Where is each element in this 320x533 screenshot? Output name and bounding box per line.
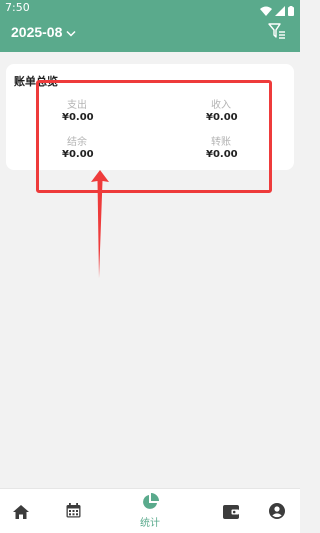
wifi-icon xyxy=(260,1,272,20)
nav-wallet[interactable] xyxy=(210,489,252,533)
nav-stats[interactable]: 统计 xyxy=(128,489,172,533)
filter-button[interactable] xyxy=(268,23,286,44)
bottom-nav: 统计 xyxy=(0,488,300,533)
status-icons xyxy=(260,1,294,20)
pie-chart-icon xyxy=(141,493,159,515)
annotation-arrow xyxy=(88,168,112,284)
period-label: 2025-08 xyxy=(11,24,63,40)
period-selector[interactable]: 2025-08 xyxy=(11,24,76,40)
chevron-down-icon xyxy=(66,24,76,40)
profile-icon xyxy=(269,503,285,523)
wallet-icon xyxy=(223,504,239,523)
battery-icon xyxy=(288,1,294,20)
filter-icon xyxy=(268,23,286,44)
annotation-highlight-box xyxy=(36,80,272,193)
home-icon xyxy=(13,504,29,523)
nav-home[interactable] xyxy=(0,489,40,533)
nav-calendar[interactable] xyxy=(52,489,94,533)
calendar-icon xyxy=(66,503,81,522)
status-time: 7:50 xyxy=(5,1,30,14)
nav-profile[interactable] xyxy=(256,489,300,533)
nav-stats-label: 统计 xyxy=(140,518,160,529)
app-header: 7:50 2025-08 xyxy=(0,0,300,52)
signal-icon xyxy=(275,1,285,20)
